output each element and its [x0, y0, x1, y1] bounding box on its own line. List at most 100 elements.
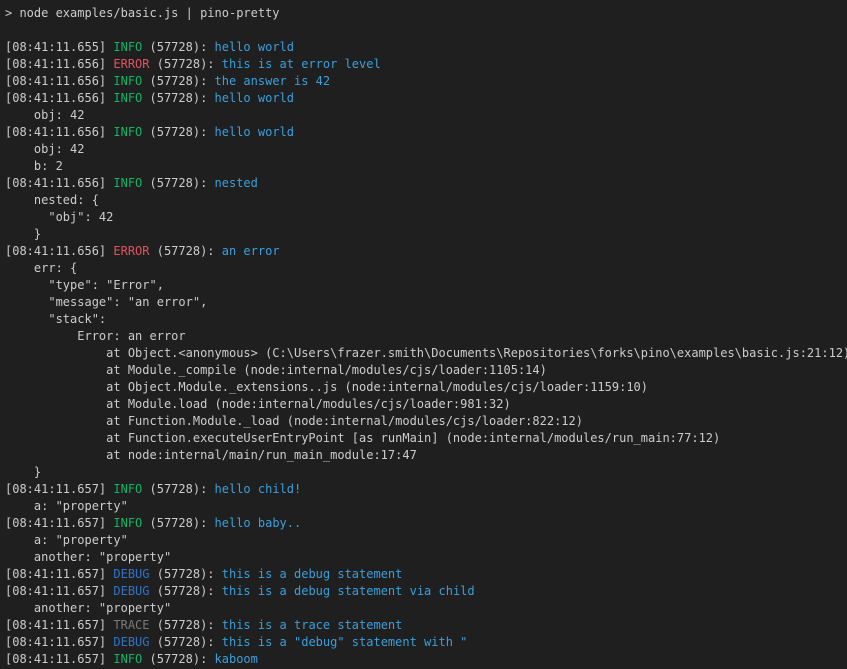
log-text: b: 2 — [5, 159, 63, 173]
log-level-badge: INFO — [113, 516, 142, 530]
log-text: (57728): — [150, 635, 222, 649]
log-text: [08:41:11.657] — [5, 516, 113, 530]
log-level-badge: INFO — [113, 125, 142, 139]
log-text: (57728): — [142, 652, 214, 666]
log-level-badge: INFO — [113, 176, 142, 190]
log-text: at Module._compile (node:internal/module… — [5, 363, 547, 377]
log-text: "message": "an error", — [5, 295, 207, 309]
terminal-line: obj: 42 — [5, 141, 847, 158]
terminal[interactable]: > node examples/basic.js | pino-pretty [… — [0, 0, 847, 669]
log-level-badge: TRACE — [113, 618, 149, 632]
terminal-line: at node:internal/main/run_main_module:17… — [5, 447, 847, 464]
terminal-line: [08:41:11.656] INFO (57728): hello world — [5, 90, 847, 107]
log-text: (57728): — [142, 91, 214, 105]
log-text: obj: 42 — [5, 142, 84, 156]
terminal-line: Error: an error — [5, 328, 847, 345]
log-text: [08:41:11.657] — [5, 584, 113, 598]
terminal-line: [08:41:11.656] INFO (57728): hello world — [5, 124, 847, 141]
log-text: (57728): — [142, 74, 214, 88]
log-message: hello world — [215, 125, 294, 139]
terminal-line: at Function.Module._load (node:internal/… — [5, 413, 847, 430]
log-text: (57728): — [142, 482, 214, 496]
log-message: this is a debug statement via child — [222, 584, 475, 598]
log-text: [08:41:11.655] — [5, 40, 113, 54]
log-text: "type": "Error", — [5, 278, 164, 292]
log-text: at Object.<anonymous> (C:\Users\frazer.s… — [5, 346, 847, 360]
log-text: (57728): — [142, 176, 214, 190]
log-text: at Module.load (node:internal/modules/cj… — [5, 397, 511, 411]
log-text: [08:41:11.656] — [5, 57, 113, 71]
terminal-line: [08:41:11.657] INFO (57728): kaboom — [5, 651, 847, 668]
shell-command-line: > node examples/basic.js | pino-pretty — [5, 5, 847, 22]
terminal-line: [08:41:11.656] ERROR (57728): an error — [5, 243, 847, 260]
terminal-line: [08:41:11.656] ERROR (57728): this is at… — [5, 56, 847, 73]
log-message: hello baby.. — [215, 516, 302, 530]
log-text: } — [5, 227, 41, 241]
log-text: [08:41:11.656] — [5, 125, 113, 139]
log-level-badge: INFO — [113, 40, 142, 54]
terminal-line: another: "property" — [5, 549, 847, 566]
log-text: [08:41:11.657] — [5, 567, 113, 581]
log-message: this is a debug statement — [222, 567, 403, 581]
log-level-badge: DEBUG — [113, 567, 149, 581]
log-text: at Function.Module._load (node:internal/… — [5, 414, 583, 428]
log-text: (57728): — [142, 125, 214, 139]
log-text: err: { — [5, 261, 77, 275]
log-text: [08:41:11.657] — [5, 652, 113, 666]
log-text: (57728): — [150, 567, 222, 581]
terminal-line: "message": "an error", — [5, 294, 847, 311]
terminal-line: "obj": 42 — [5, 209, 847, 226]
log-message: kaboom — [215, 652, 258, 666]
terminal-line: } — [5, 226, 847, 243]
terminal-line: at Function.executeUserEntryPoint [as ru… — [5, 430, 847, 447]
terminal-output: > node examples/basic.js | pino-pretty [… — [5, 5, 847, 668]
terminal-line: another: "property" — [5, 600, 847, 617]
log-text: [08:41:11.656] — [5, 176, 113, 190]
terminal-line: a: "property" — [5, 532, 847, 549]
log-message: nested — [215, 176, 258, 190]
terminal-line: [08:41:11.657] INFO (57728): hello baby.… — [5, 515, 847, 532]
log-text: at node:internal/main/run_main_module:17… — [5, 448, 417, 462]
log-text: another: "property" — [5, 601, 171, 615]
terminal-line: [08:41:11.655] INFO (57728): hello world — [5, 39, 847, 56]
terminal-line: b: 2 — [5, 158, 847, 175]
terminal-line: a: "property" — [5, 498, 847, 515]
terminal-line: nested: { — [5, 192, 847, 209]
terminal-line: at Object.Module._extensions..js (node:i… — [5, 379, 847, 396]
log-message: hello child! — [215, 482, 302, 496]
terminal-line: [08:41:11.657] DEBUG (57728): this is a … — [5, 634, 847, 651]
terminal-line: "stack": — [5, 311, 847, 328]
log-text: (57728): — [150, 244, 222, 258]
log-text: [08:41:11.657] — [5, 635, 113, 649]
log-text: (57728): — [150, 584, 222, 598]
log-message: hello world — [215, 40, 294, 54]
log-text: } — [5, 465, 41, 479]
terminal-line: [08:41:11.656] INFO (57728): the answer … — [5, 73, 847, 90]
log-level-badge: DEBUG — [113, 584, 149, 598]
terminal-line: err: { — [5, 260, 847, 277]
log-text: [08:41:11.656] — [5, 91, 113, 105]
log-text: (57728): — [150, 57, 222, 71]
log-text: nested: { — [5, 193, 99, 207]
log-text: Error: an error — [5, 329, 186, 343]
log-level-badge: INFO — [113, 74, 142, 88]
log-text: [08:41:11.656] — [5, 244, 113, 258]
terminal-line: at Object.<anonymous> (C:\Users\frazer.s… — [5, 345, 847, 362]
log-text: "stack": — [5, 312, 106, 326]
terminal-line: at Module._compile (node:internal/module… — [5, 362, 847, 379]
log-message: an error — [222, 244, 280, 258]
log-text: at Object.Module._extensions..js (node:i… — [5, 380, 648, 394]
log-text: another: "property" — [5, 550, 171, 564]
log-message: the answer is 42 — [215, 74, 331, 88]
log-level-badge: INFO — [113, 91, 142, 105]
terminal-line: [08:41:11.657] INFO (57728): hello child… — [5, 481, 847, 498]
terminal-line: [08:41:11.657] TRACE (57728): this is a … — [5, 617, 847, 634]
log-level-badge: ERROR — [113, 244, 149, 258]
terminal-line: } — [5, 464, 847, 481]
terminal-line: [08:41:11.657] DEBUG (57728): this is a … — [5, 566, 847, 583]
terminal-line: obj: 42 — [5, 107, 847, 124]
log-text: (57728): — [142, 40, 214, 54]
log-message: this is a "debug" statement with " — [222, 635, 468, 649]
log-text: > node examples/basic.js | pino-pretty — [5, 6, 280, 20]
log-message: this is at error level — [222, 57, 381, 71]
